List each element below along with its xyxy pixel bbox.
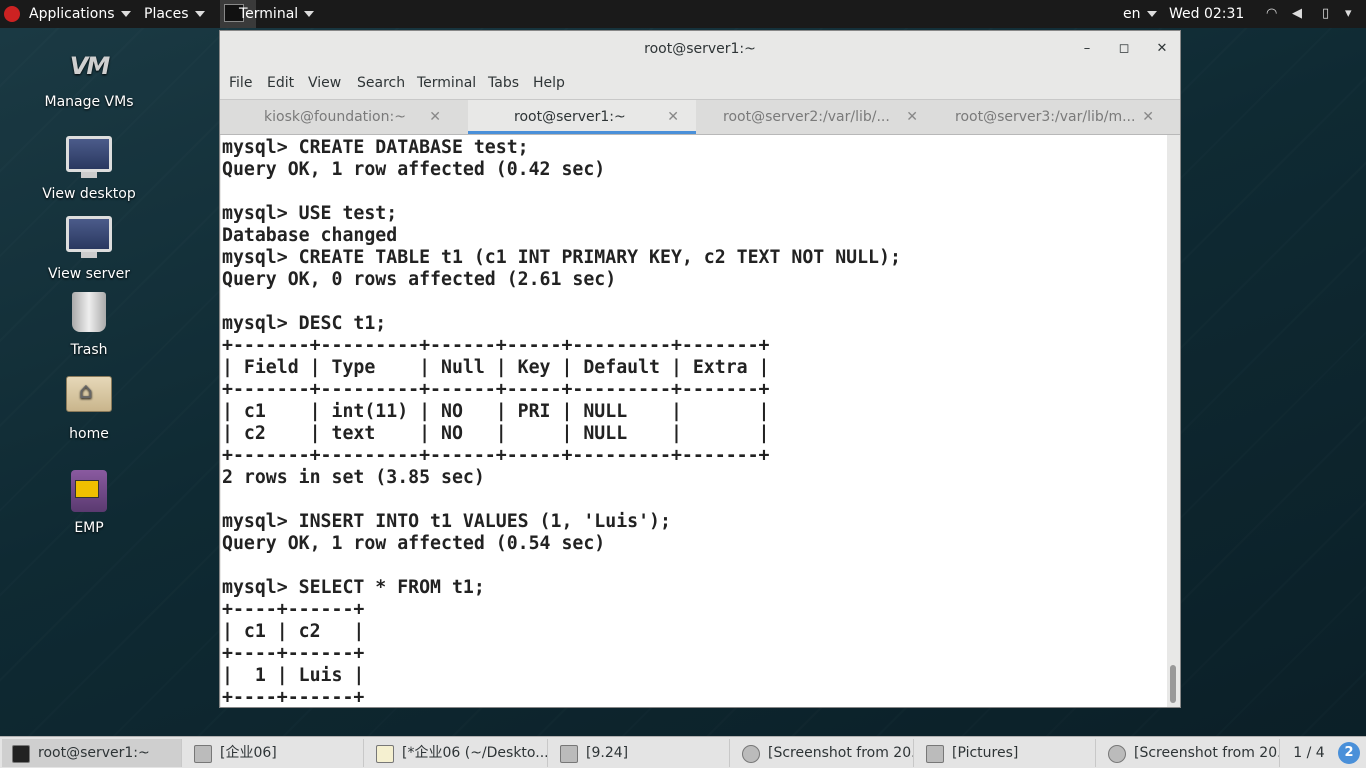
close-tab-icon[interactable]: ✕ <box>906 100 918 134</box>
notification-badge[interactable]: 2 <box>1338 742 1360 764</box>
tab-label: root@server1:~ <box>514 109 626 125</box>
chevron-down-icon <box>304 11 315 17</box>
top-bar: Applications Places Terminal en Wed 02:3… <box>0 0 1366 28</box>
menu-view[interactable]: View <box>308 69 341 97</box>
terminal-window: root@server1:~ – ◻ ✕ File Edit View Sear… <box>219 30 1181 708</box>
monitor-icon <box>66 216 112 258</box>
chevron-down-icon <box>194 11 205 17</box>
icon-frame <box>65 136 113 180</box>
menu-file[interactable]: File <box>229 69 252 97</box>
scrollbar-thumb[interactable] <box>1170 665 1176 703</box>
close-tab-icon[interactable]: ✕ <box>429 100 441 134</box>
menu-bar: File Edit View Search Terminal Tabs Help <box>220 69 1180 97</box>
desktop-icon-label: Manage VMs <box>44 94 134 110</box>
task-label: [9.24] <box>586 745 629 761</box>
desktop-icon-trash[interactable]: Trash <box>29 290 149 358</box>
tab-bar: kiosk@foundation:~ ✕ root@server1:~ ✕ ro… <box>220 99 1180 135</box>
task-editor[interactable]: [*企业06 (~/Deskto... <box>366 739 548 767</box>
window-titlebar[interactable]: root@server1:~ – ◻ ✕ <box>220 31 1180 67</box>
terminal-app-label: Terminal <box>239 6 299 22</box>
menu-edit[interactable]: Edit <box>267 69 294 97</box>
menu-tabs[interactable]: Tabs <box>488 69 519 97</box>
applications-menu[interactable]: Applications <box>29 0 131 28</box>
clock[interactable]: Wed 02:31 <box>1169 0 1244 28</box>
menu-terminal[interactable]: Terminal <box>417 69 476 97</box>
terminal-app-menu[interactable]: Terminal <box>239 0 315 28</box>
trash-icon <box>72 292 106 332</box>
task-label: [Screenshot from 20... <box>768 745 914 761</box>
folder-home-icon <box>66 376 112 412</box>
language-label: en <box>1123 6 1141 22</box>
task-label: [Pictures] <box>952 745 1019 761</box>
close-tab-icon[interactable]: ✕ <box>667 100 679 134</box>
applications-label: Applications <box>29 6 115 22</box>
app-icon <box>71 470 107 512</box>
places-label: Places <box>144 6 189 22</box>
minimize-button[interactable]: – <box>1078 40 1096 58</box>
desktop-icon-home[interactable]: home <box>29 370 149 442</box>
monitor-icon <box>66 136 112 178</box>
places-menu[interactable]: Places <box>144 0 205 28</box>
task-screenshot-2[interactable]: [Screenshot from 20... <box>1098 739 1280 767</box>
icon-frame <box>65 470 113 514</box>
desktop-icon-manage-vms[interactable]: VM Manage VMs <box>29 44 149 110</box>
icon-frame <box>65 376 113 420</box>
close-tab-icon[interactable]: ✕ <box>1142 100 1154 134</box>
task-label: [Screenshot from 20... <box>1134 745 1280 761</box>
distro-logo-icon <box>4 6 20 22</box>
folder-icon <box>194 745 212 763</box>
task-folder-924[interactable]: [9.24] <box>550 739 730 767</box>
task-label: [企业06] <box>220 745 277 761</box>
battery-icon[interactable]: ▯ <box>1322 7 1336 21</box>
menu-search[interactable]: Search <box>357 69 405 97</box>
tab-kiosk-foundation[interactable]: kiosk@foundation:~ ✕ <box>220 100 458 134</box>
task-label: root@server1:~ <box>38 745 150 761</box>
tab-label: root@server3:/var/lib/m... <box>955 109 1136 125</box>
desktop-icon-label: home <box>69 426 109 442</box>
task-terminal[interactable]: root@server1:~ <box>2 739 182 767</box>
taskbar: root@server1:~ [企业06] [*企业06 (~/Deskto..… <box>0 736 1366 768</box>
desktop-icon-view-server[interactable]: View server <box>29 210 149 282</box>
tab-label: kiosk@foundation:~ <box>264 109 406 125</box>
terminal-icon <box>12 745 30 763</box>
desktop-icon-label: EMP <box>74 520 104 536</box>
chevron-down-icon[interactable]: ▾ <box>1345 7 1359 21</box>
tab-server2[interactable]: root@server2:/var/lib/... ✕ <box>706 100 918 134</box>
desktop-icon-label: View server <box>48 266 130 282</box>
tab-server3[interactable]: root@server3:/var/lib/m... ✕ <box>938 100 1154 134</box>
tab-label: root@server2:/var/lib/... <box>723 109 890 125</box>
maximize-button[interactable]: ◻ <box>1115 40 1133 58</box>
icon-frame <box>65 292 113 336</box>
volume-icon[interactable]: ◀ <box>1292 7 1306 21</box>
task-screenshot-1[interactable]: [Screenshot from 20... <box>732 739 914 767</box>
image-viewer-icon <box>1108 745 1126 763</box>
close-button[interactable]: ✕ <box>1153 40 1171 58</box>
folder-icon <box>926 745 944 763</box>
menu-help[interactable]: Help <box>533 69 565 97</box>
task-folder[interactable]: [企业06] <box>184 739 364 767</box>
workspace-switcher[interactable]: 1 / 4 <box>1284 739 1334 767</box>
language-selector[interactable]: en <box>1123 0 1157 28</box>
terminal-text: mysql> CREATE DATABASE test; Query OK, 1… <box>222 137 901 707</box>
chevron-down-icon <box>1146 11 1157 17</box>
wifi-icon[interactable]: ◠ <box>1266 7 1280 21</box>
window-title: root@server1:~ <box>644 41 756 57</box>
task-pictures[interactable]: [Pictures] <box>916 739 1096 767</box>
icon-frame <box>65 216 113 260</box>
image-viewer-icon <box>742 745 760 763</box>
tab-server1[interactable]: root@server1:~ ✕ <box>468 100 696 134</box>
vm-logo-icon: VM <box>69 52 110 80</box>
folder-icon <box>560 745 578 763</box>
terminal-output[interactable]: mysql> CREATE DATABASE test; Query OK, 1… <box>221 135 1167 707</box>
chevron-down-icon <box>120 11 131 17</box>
text-editor-icon <box>376 745 394 763</box>
task-label: [*企业06 (~/Deskto... <box>402 745 548 761</box>
desktop-icon-label: View desktop <box>42 186 136 202</box>
scrollbar[interactable] <box>1167 135 1180 707</box>
desktop-icon-view-desktop[interactable]: View desktop <box>29 130 149 202</box>
desktop-icon-label: Trash <box>70 342 108 358</box>
desktop-icon-emp[interactable]: EMP <box>29 470 149 536</box>
